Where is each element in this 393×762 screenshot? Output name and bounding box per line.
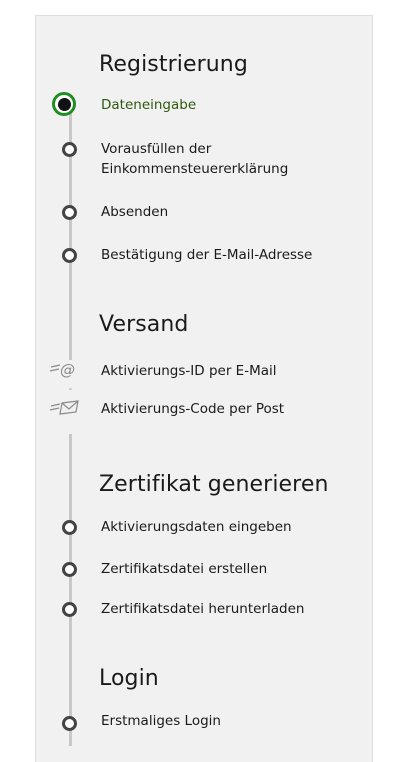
email-at-icon: @: [49, 360, 81, 380]
step-circle-icon: [62, 205, 77, 220]
step-circle-icon: [62, 716, 77, 731]
step-circle-icon: [62, 142, 77, 157]
step-label-line2: Einkommensteuererklärung: [101, 161, 289, 177]
letter-envelope-icon: [49, 398, 81, 418]
active-step-icon: [52, 92, 76, 116]
step-label: Erstmaliges Login: [101, 713, 221, 729]
step-label: Vorausfüllen der: [101, 141, 212, 157]
step-label: Aktivierungs-ID per E-Mail: [101, 363, 277, 379]
step-label: Zertifikatsdatei herunterladen: [101, 601, 305, 617]
step-label: Bestätigung der E-Mail-Adresse: [101, 247, 313, 263]
section-title-versand: Versand: [99, 312, 189, 337]
progress-track-dotted: [69, 388, 72, 390]
step-label: Aktivierungs-Code per Post: [101, 401, 285, 417]
progress-track: [69, 434, 72, 746]
step-label: Dateneingabe: [101, 97, 197, 113]
section-title-registrierung: Registrierung: [99, 52, 248, 77]
step-circle-icon: [62, 562, 77, 577]
step-circle-icon: [62, 602, 77, 617]
step-label: Absenden: [101, 204, 169, 220]
step-circle-icon: [62, 248, 77, 263]
svg-text:@: @: [60, 361, 75, 379]
step-label: Zertifikatsdatei erstellen: [101, 561, 268, 577]
section-title-login: Login: [99, 666, 159, 691]
section-title-zertifikat: Zertifikat generieren: [99, 472, 329, 497]
step-label: Aktivierungsdaten eingeben: [101, 519, 292, 535]
registration-progress-panel: Registrierung Dateneingabe Vorausfüllen …: [35, 15, 373, 762]
step-circle-icon: [62, 520, 77, 535]
